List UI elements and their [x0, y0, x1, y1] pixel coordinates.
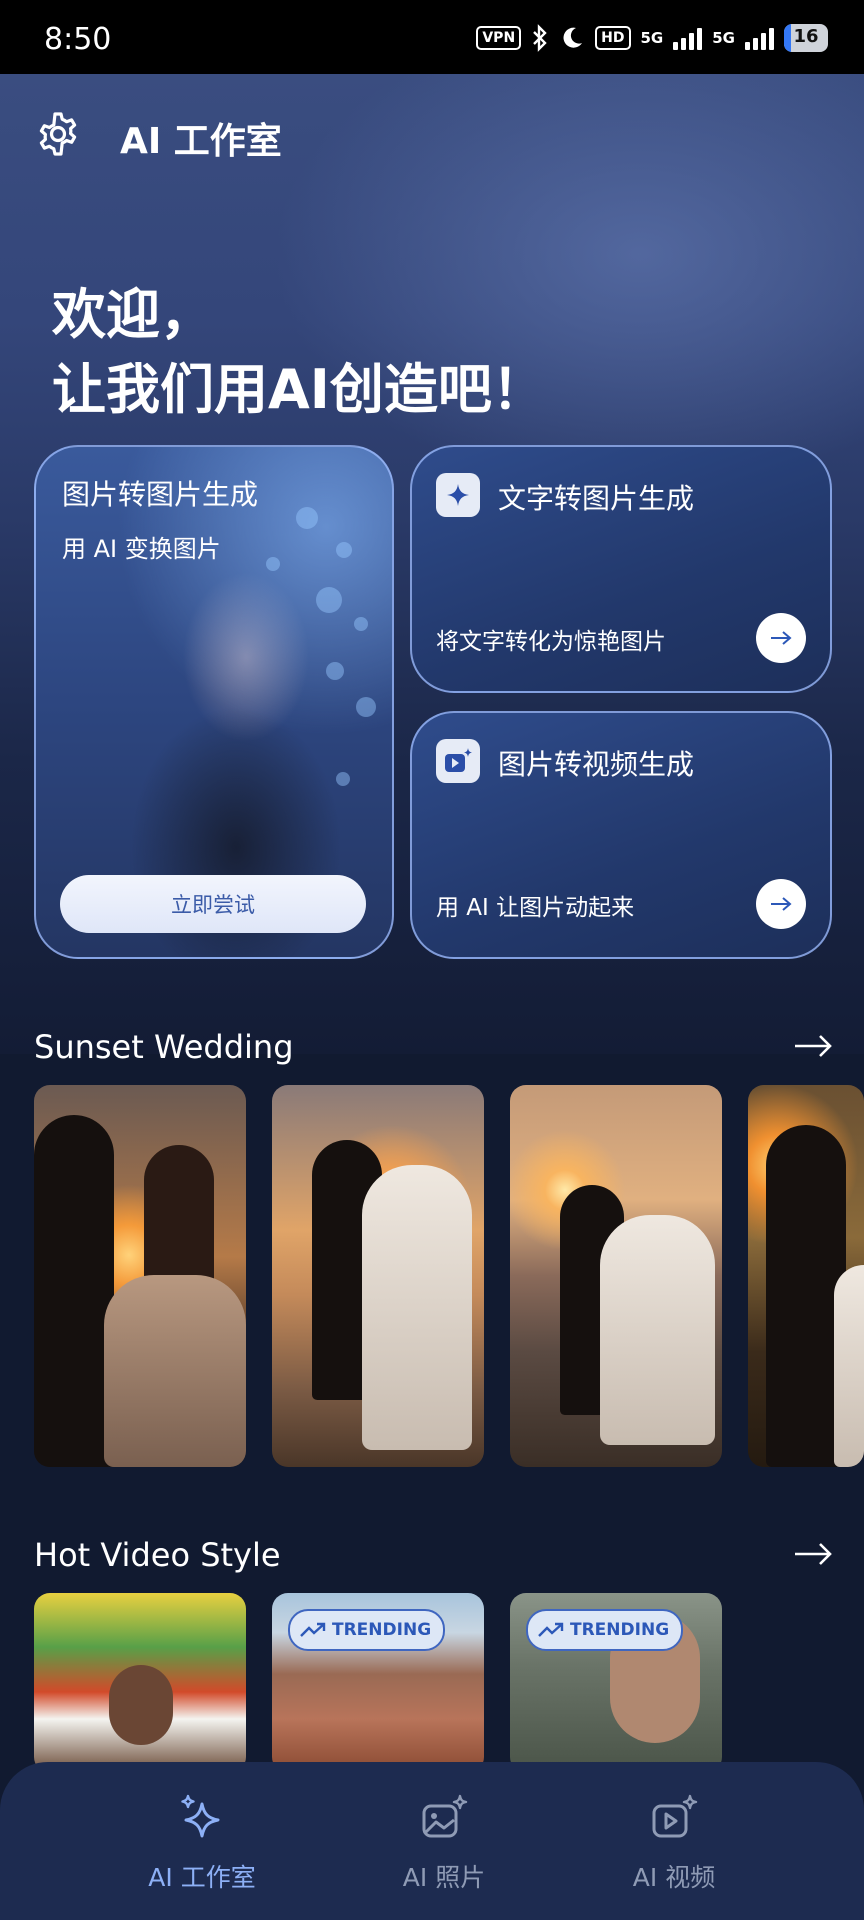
trending-label: TRENDING	[332, 1620, 432, 1640]
arrow-right-button[interactable]	[756, 879, 806, 929]
video-sparkle-icon	[652, 1794, 698, 1838]
card-subtitle: 将文字转化为惊艳图片	[436, 629, 666, 655]
bokeh-light	[354, 617, 368, 631]
wedding-thumbnail[interactable]	[34, 1085, 246, 1467]
image-to-video-card[interactable]: 图片转视频生成 用 AI 让图片动起来	[410, 711, 832, 959]
bride-silhouette	[144, 1145, 214, 1285]
dress	[104, 1275, 246, 1467]
bokeh-light	[316, 587, 342, 613]
video-thumbnail[interactable]	[34, 1593, 246, 1773]
trending-label: TRENDING	[570, 1620, 670, 1640]
image-to-image-card[interactable]: 图片转图片生成 用 AI 变换图片 立即尝试	[34, 445, 394, 959]
network-5g-2: 5G	[712, 29, 735, 47]
bokeh-light	[336, 542, 352, 558]
arrow-right-icon	[771, 631, 792, 645]
card-title: 图片转视频生成	[498, 748, 695, 781]
try-now-button[interactable]: 立即尝试	[60, 875, 366, 933]
signal-icon-2	[745, 26, 774, 50]
bokeh-light	[296, 507, 318, 529]
arrow-right-icon	[771, 897, 792, 911]
nav-label: AI 工作室	[148, 1863, 256, 1892]
section-title-hot-video-style: Hot Video Style	[34, 1536, 281, 1574]
signal-icon-1	[673, 26, 703, 50]
trending-badge: TRENDING	[288, 1609, 446, 1651]
bottom-nav: AI 工作室 AI 照片 AI 视频	[0, 1762, 864, 1920]
video-style-row: TRENDING TRENDING	[34, 1593, 864, 1773]
hd-badge: HD	[595, 26, 631, 50]
nav-item-ai-studio[interactable]: AI 工作室	[102, 1762, 302, 1920]
see-more-arrow-icon[interactable]	[794, 1034, 832, 1058]
status-time: 8:50	[44, 22, 112, 57]
person-silhouette	[109, 1665, 173, 1745]
text-to-image-card[interactable]: 文字转图片生成 将文字转化为惊艳图片	[410, 445, 832, 693]
card-subtitle: 用 AI 让图片动起来	[436, 895, 635, 921]
nav-label: AI 视频	[632, 1863, 716, 1892]
nav-item-ai-photo[interactable]: AI 照片	[344, 1762, 544, 1920]
page-title: AI 工作室	[120, 121, 282, 162]
trending-up-icon	[300, 1622, 326, 1637]
wedding-thumbnail[interactable]	[510, 1085, 722, 1467]
moon-icon	[563, 27, 583, 48]
bluetooth-icon	[533, 24, 547, 52]
vpn-badge: VPN	[476, 26, 522, 50]
welcome-line-1: 欢迎，	[52, 283, 214, 346]
dress	[600, 1215, 715, 1445]
battery-level: 16	[793, 26, 819, 47]
battery-icon: 16	[784, 24, 828, 52]
arrow-right-button[interactable]	[756, 613, 806, 663]
nav-item-ai-video[interactable]: AI 视频	[574, 1762, 774, 1920]
sparkle-chat-icon	[436, 473, 480, 517]
section-title-sunset-wedding: Sunset Wedding	[34, 1028, 294, 1066]
card-title: 文字转图片生成	[498, 482, 695, 515]
nav-label: AI 照片	[402, 1863, 486, 1892]
groom-silhouette	[34, 1115, 114, 1467]
card-subtitle: 用 AI 变换图片	[62, 535, 221, 563]
trending-up-icon	[538, 1622, 564, 1637]
bokeh-light	[326, 662, 344, 680]
bokeh-light	[356, 697, 376, 717]
wedding-row	[34, 1085, 864, 1467]
trending-badge: TRENDING	[526, 1609, 684, 1651]
video-sparkle-icon	[436, 739, 480, 783]
video-thumbnail[interactable]: TRENDING	[272, 1593, 484, 1773]
status-bar: 8:50 VPN HD 5G 5G 16	[0, 0, 864, 74]
bokeh-light	[266, 557, 280, 571]
photo-sparkle-icon	[422, 1794, 468, 1838]
status-icons: VPN HD 5G 5G 16	[476, 24, 828, 52]
bokeh-light	[336, 772, 350, 786]
welcome-line-2: 让我们用AI创造吧！	[52, 358, 546, 421]
wedding-thumbnail[interactable]	[272, 1085, 484, 1467]
network-5g-1: 5G	[640, 29, 664, 47]
sparkle-icon	[181, 1794, 220, 1838]
see-more-arrow-icon[interactable]	[794, 1542, 832, 1566]
video-thumbnail[interactable]: TRENDING	[510, 1593, 722, 1773]
dress	[362, 1165, 472, 1450]
card-title: 图片转图片生成	[62, 478, 259, 511]
gear-icon[interactable]	[34, 110, 82, 158]
dress	[834, 1265, 864, 1467]
wedding-thumbnail[interactable]	[748, 1085, 864, 1467]
